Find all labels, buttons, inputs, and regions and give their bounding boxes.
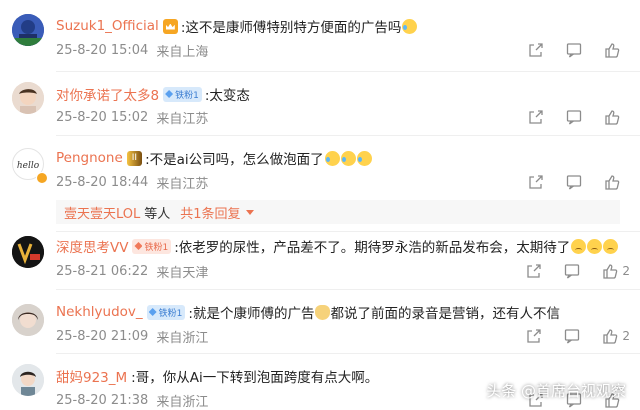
comment-actions: 2 [504, 263, 630, 279]
comment-line: Suzuk1_Official :这不是康师傅特别特方便面的广告吗 [56, 16, 418, 36]
comment-location: 来自浙江 [156, 394, 209, 410]
comment-time: 25-8-21 06:22 [56, 263, 149, 279]
comment-location: 来自江苏 [156, 176, 209, 192]
comment-item: Nekhlyudov_ 铁粉1 :就是个康师傅的广告 都说了前面的录音是营销，还… [0, 290, 640, 354]
avatar[interactable] [12, 236, 44, 268]
comment-line: 甜妈923_M :哥，你从Ai一下转到泡面跨度有点大啊。 [56, 366, 378, 386]
like-count: 2 [622, 329, 630, 343]
comment-icon[interactable] [564, 328, 580, 344]
comment-meta: 25-8-21 06:22 来自天津 [56, 262, 209, 281]
username-link[interactable]: Pengnone [56, 150, 123, 166]
share-icon[interactable] [528, 174, 544, 190]
username-link[interactable]: Nekhlyudov_ [56, 304, 143, 320]
avatar[interactable] [12, 14, 44, 46]
comment-text: :太变态 [204, 88, 250, 104]
comment-actions [506, 109, 630, 125]
diamond-icon [148, 308, 157, 316]
share-icon[interactable] [526, 328, 542, 344]
comment-actions [506, 42, 630, 58]
comment-line: 深度思考VV 铁粉1 :依老罗的尿性，产品差不了。期待罗永浩的新品发布会，太期待… [56, 236, 619, 256]
comment-location: 来自江苏 [156, 111, 209, 127]
username-link[interactable]: 甜妈923_M [56, 366, 127, 386]
comment-meta: 25-8-20 21:38 来自浙江 [56, 391, 209, 410]
like-icon[interactable] [604, 42, 620, 58]
laugh-cry-emoji-icon [402, 18, 418, 34]
laugh-cry-emoji-icon [356, 150, 372, 166]
comment-location: 来自浙江 [156, 330, 209, 346]
comment-line: Nekhlyudov_ 铁粉1 :就是个康师傅的广告 都说了前面的录音是营销，还… [56, 302, 560, 322]
comment-location: 来自上海 [156, 44, 209, 60]
reply-suffix: 等人 [144, 206, 171, 222]
comment-time: 25-8-20 21:09 [56, 328, 149, 344]
comment-time: 25-8-20 15:02 [56, 109, 149, 125]
comment-item: Suzuk1_Official :这不是康师傅特别特方便面的广告吗 25-8-2… [0, 0, 640, 72]
avatar[interactable] [12, 364, 44, 396]
comment-text: :依老罗的尿性，产品差不了。期待罗永浩的新品发布会，太期待了 [174, 240, 571, 256]
comment-location: 来自天津 [156, 265, 209, 281]
comment-text: :不是ai公司吗，怎么做泡面了 [145, 152, 324, 168]
sad-emoji-icon [571, 238, 587, 254]
comment-line: 对你承诺了太多8 铁粉1 :太变态 [56, 84, 250, 104]
diamond-icon [165, 90, 174, 98]
comment-time: 25-8-20 15:04 [56, 42, 149, 58]
vip-crown-icon [162, 18, 178, 34]
avatar[interactable] [12, 82, 44, 114]
username-link[interactable]: 深度思考VV [56, 236, 128, 256]
share-icon[interactable] [528, 42, 544, 58]
avatar[interactable] [12, 304, 44, 336]
comment-time: 25-8-20 18:44 [56, 174, 149, 190]
reply-username[interactable]: 壹天壹天LOL [64, 203, 140, 222]
fan-badge: 铁粉1 [146, 304, 186, 320]
comment-text: :哥，你从Ai一下转到泡面跨度有点大啊。 [131, 370, 379, 386]
laugh-cry-emoji-icon [324, 150, 340, 166]
comment-meta: 25-8-20 15:04 来自上海 [56, 41, 209, 60]
caret-down-icon [245, 209, 254, 215]
reply-summary[interactable]: 壹天壹天LOL 等人 共1条回复 [56, 200, 620, 224]
comment-item: 对你承诺了太多8 铁粉1 :太变态 25-8-20 15:02 来自江苏 [0, 72, 640, 136]
diamond-icon [134, 242, 143, 250]
sad-emoji-icon [603, 238, 619, 254]
comment-meta: 25-8-20 18:44 来自江苏 [56, 173, 209, 192]
fan-badge: 铁粉1 [163, 86, 202, 102]
comment-item: 深度思考VV 铁粉1 :依老罗的尿性，产品差不了。期待罗永浩的新品发布会，太期待… [0, 232, 640, 290]
username-link[interactable]: 对你承诺了太多8 [56, 84, 159, 104]
like-icon[interactable] [602, 328, 618, 344]
share-icon[interactable] [526, 263, 542, 279]
comment-icon[interactable] [566, 42, 582, 58]
comment-actions: 2 [504, 328, 630, 344]
comment-text: :这不是康师傅特别特方便面的广告吗 [180, 20, 402, 36]
fan-badge: 铁粉1 [132, 238, 172, 254]
comment-meta: 25-8-20 15:02 来自江苏 [56, 108, 209, 127]
watermark: 头条 @首席台视观察 [486, 382, 626, 400]
username-link[interactable]: Suzuk1_Official [56, 18, 159, 34]
laugh-cry-emoji-icon [340, 150, 356, 166]
svg-text:hello: hello [17, 161, 40, 171]
verified-badge-icon [36, 172, 48, 184]
comment-icon[interactable] [566, 109, 582, 125]
comment-icon[interactable] [566, 174, 582, 190]
comment-time: 25-8-20 21:38 [56, 392, 149, 408]
reply-count-link[interactable]: 共1条回复 [180, 203, 240, 222]
comment-icon[interactable] [564, 263, 580, 279]
comment-text: :就是个康师傅的广告 [188, 306, 315, 322]
comment-meta: 25-8-20 21:09 来自浙江 [56, 327, 209, 346]
cat-emoji-icon [315, 304, 331, 320]
like-icon[interactable] [604, 109, 620, 125]
comment-line: Pengnone II :不是ai公司吗，怎么做泡面了 [56, 148, 372, 168]
like-icon[interactable] [604, 174, 620, 190]
like-count: 2 [622, 264, 630, 278]
like-icon[interactable] [602, 263, 618, 279]
comment-actions [506, 174, 630, 190]
share-icon[interactable] [528, 109, 544, 125]
comment-text-continued: 都说了前面的录音是营销，还有人不信 [330, 306, 560, 322]
level-badge: II [126, 150, 143, 166]
sad-emoji-icon [587, 238, 603, 254]
